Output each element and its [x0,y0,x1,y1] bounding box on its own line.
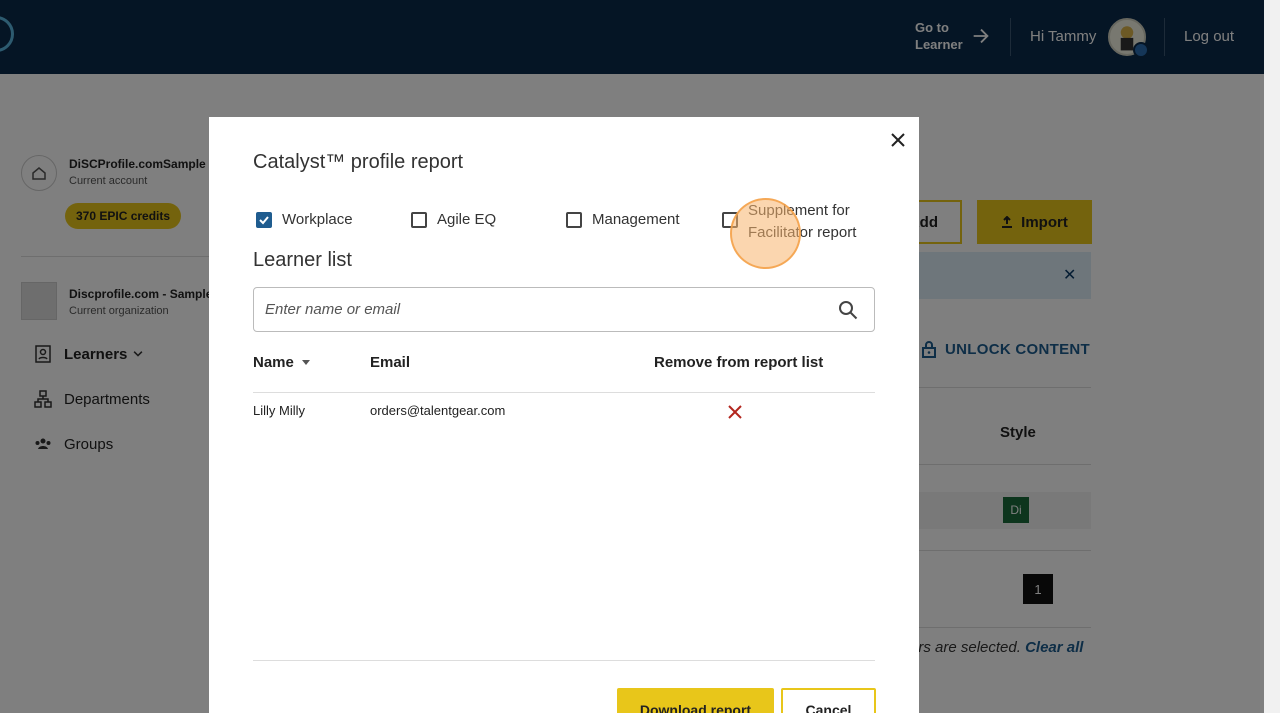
sort-down-icon [301,359,310,365]
learner-name: Lilly Milly [253,403,305,418]
checkbox-label: Workplace [282,211,353,228]
divider [253,660,875,661]
agile-eq-checkbox[interactable]: Agile EQ [411,211,496,228]
search-icon[interactable] [838,300,858,320]
cancel-button[interactable]: Cancel [781,688,876,713]
remove-icon[interactable] [727,404,743,420]
checkbox-icon [411,212,427,228]
report-dialog: Catalyst™ profile report Workplace Agile… [209,117,919,713]
learner-list-heading: Learner list [253,249,352,271]
checkbox-label: Management [592,211,680,228]
click-indicator [730,198,801,269]
scrollbar[interactable] [1264,0,1280,713]
name-column-header[interactable]: Name [253,354,310,371]
close-icon[interactable] [887,129,909,151]
checkbox-checked-icon [256,212,272,228]
search-box [253,287,875,332]
column-label: Name [253,354,294,371]
divider [253,392,875,393]
search-input[interactable] [265,288,825,331]
email-column-header: Email [370,354,411,371]
checkbox-icon [566,212,582,228]
remove-column-header: Remove from report list [654,354,824,371]
dialog-title: Catalyst™ profile report [253,151,464,173]
checkbox-label: Agile EQ [437,211,497,228]
learner-email: orders@talentgear.com [370,403,506,418]
management-checkbox[interactable]: Management [566,211,680,228]
download-report-button[interactable]: Download report [617,688,774,713]
workplace-checkbox[interactable]: Workplace [256,211,353,228]
